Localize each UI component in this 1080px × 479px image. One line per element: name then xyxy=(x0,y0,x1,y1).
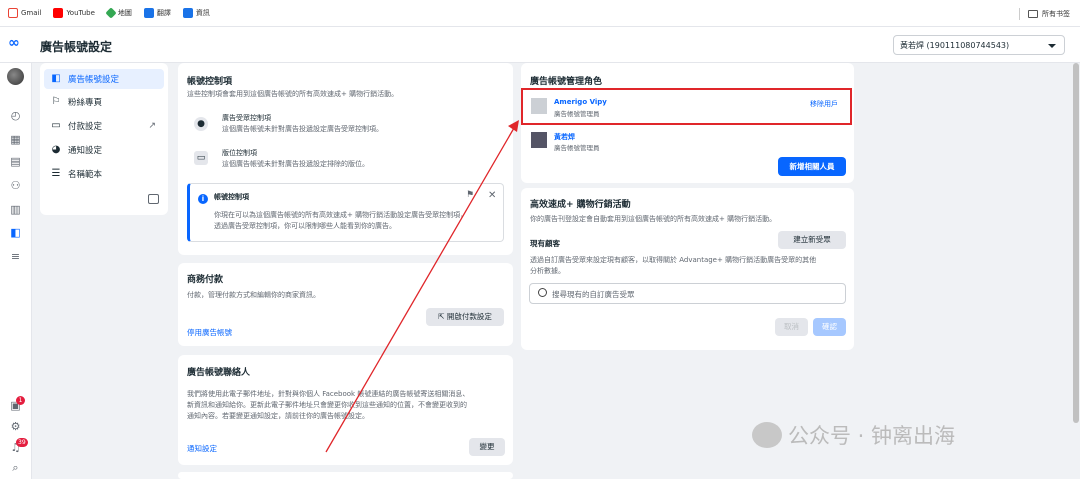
watermark: 公众号 · 钟离出海 xyxy=(752,420,955,450)
wechat-icon xyxy=(752,422,782,448)
annotation-arrow xyxy=(325,120,519,453)
watermark-text: 公众号 · 钟离出海 xyxy=(788,424,956,448)
page-scrollbar[interactable] xyxy=(1073,63,1079,423)
